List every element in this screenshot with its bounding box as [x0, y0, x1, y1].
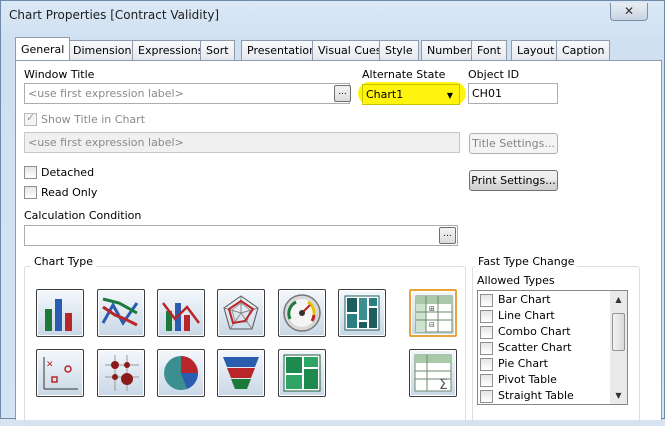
scroll-up-icon[interactable]: ▲	[610, 291, 627, 308]
allowed-types-label: Allowed Types	[477, 274, 555, 287]
window-title-input[interactable]: <use first expression label>	[24, 83, 350, 104]
svg-text:Σ: Σ	[439, 377, 448, 393]
close-icon: ✕	[623, 4, 635, 18]
svg-text:✕: ✕	[46, 360, 54, 370]
combo-chart-icon[interactable]	[157, 289, 205, 337]
tab-general[interactable]: General	[15, 37, 71, 60]
bar-chart-checkbox[interactable]	[480, 294, 493, 307]
alternate-state-value: Chart1	[366, 88, 404, 101]
calc-condition-label: Calculation Condition	[24, 209, 142, 222]
object-id-input[interactable]: CH01	[468, 83, 558, 104]
pivot-table-icon[interactable]: ⊞ ⊟	[409, 289, 457, 337]
close-button[interactable]: ✕	[610, 3, 648, 21]
chart-properties-dialog: Chart Properties [Contract Validity] ✕ G…	[0, 0, 665, 426]
allowed-types-list[interactable]: Bar Chart Line Chart Combo Chart Scatter…	[477, 290, 628, 405]
tab-font[interactable]: Font	[471, 40, 507, 60]
pivot-table-checkbox[interactable]	[480, 374, 493, 387]
funnel-chart-icon[interactable]	[217, 349, 265, 397]
detached-label: Detached	[41, 166, 95, 179]
calc-condition-ellipsis-button[interactable]: ...	[439, 227, 456, 244]
tab-number[interactable]: Number	[421, 40, 478, 60]
pie-chart-checkbox[interactable]	[480, 358, 493, 371]
line-chart-icon[interactable]	[97, 289, 145, 337]
object-id-label: Object ID	[468, 68, 520, 81]
alternate-state-dropdown[interactable]: Chart1 ▼	[362, 84, 460, 105]
tab-expressions[interactable]: Expressions	[132, 40, 210, 60]
radar-chart-icon[interactable]	[217, 289, 265, 337]
tab-layout[interactable]: Layout	[511, 40, 561, 60]
tab-caption[interactable]: Caption	[556, 40, 611, 60]
tab-visual-cues[interactable]: Visual Cues	[312, 40, 388, 60]
window-title-label: Window Title	[24, 68, 95, 81]
tab-presentation[interactable]: Presentation	[241, 40, 323, 60]
title-settings-button[interactable]: Title Settings...	[469, 133, 558, 154]
general-panel: Window Title <use first expression label…	[15, 60, 662, 426]
straight-table-checkbox[interactable]	[480, 390, 493, 403]
combo-chart-checkbox[interactable]	[480, 326, 493, 339]
calc-condition-input[interactable]	[24, 225, 458, 246]
mekko-chart-icon[interactable]	[338, 289, 386, 337]
tab-style[interactable]: Style	[379, 40, 419, 60]
scroll-down-icon[interactable]: ▼	[610, 387, 627, 404]
window-title-ellipsis-button[interactable]: ...	[334, 85, 351, 102]
show-title-label: Show Title in Chart	[41, 113, 146, 126]
read-only-checkbox[interactable]	[24, 186, 37, 199]
scatter-chart-icon[interactable]: ✕	[36, 349, 84, 397]
gauge-chart-icon[interactable]	[278, 289, 326, 337]
list-scrollbar[interactable]: ▲ ▼	[610, 291, 627, 404]
window-title: Chart Properties [Contract Validity]	[9, 8, 220, 22]
svg-text:⊟: ⊟	[429, 321, 435, 329]
svg-text:⊞: ⊞	[429, 305, 435, 313]
chevron-down-icon: ▼	[446, 91, 453, 100]
pie-chart-icon[interactable]	[157, 349, 205, 397]
print-settings-button[interactable]: Print Settings...	[469, 170, 558, 191]
straight-table-icon[interactable]: Σ	[409, 349, 457, 397]
title-bar: Chart Properties [Contract Validity] ✕	[1, 1, 664, 31]
fast-type-group-label: Fast Type Change	[475, 255, 578, 268]
bar-chart-icon[interactable]	[36, 289, 84, 337]
show-title-checkbox[interactable]	[24, 111, 37, 126]
block-chart-icon[interactable]	[278, 349, 326, 397]
scroll-thumb[interactable]	[612, 313, 625, 351]
tab-sort[interactable]: Sort	[200, 40, 235, 60]
show-title-input[interactable]: <use first expression label>	[24, 132, 460, 153]
line-chart-checkbox[interactable]	[480, 310, 493, 323]
chart-type-group-label: Chart Type	[31, 255, 96, 268]
detached-checkbox[interactable]	[24, 166, 37, 179]
alternate-state-label: Alternate State	[362, 68, 446, 81]
read-only-label: Read Only	[41, 186, 98, 199]
scatter-chart-checkbox[interactable]	[480, 342, 493, 355]
grid-chart-icon[interactable]	[97, 349, 145, 397]
